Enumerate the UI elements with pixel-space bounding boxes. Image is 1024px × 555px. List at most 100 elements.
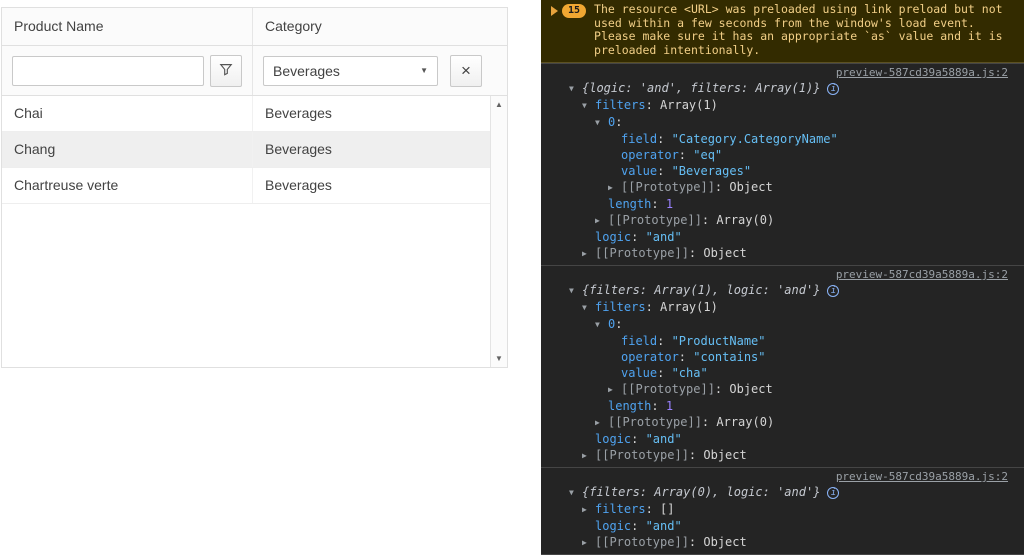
console-tree-row: ▶[[Prototype]]: Object — [541, 245, 1024, 262]
filter-funnel-icon — [219, 62, 233, 79]
collapse-arrow-icon[interactable]: ▼ — [569, 81, 582, 97]
value-text: : — [631, 230, 645, 244]
info-icon[interactable]: i — [827, 83, 839, 95]
console-tree-row: operator: "contains" — [541, 349, 1024, 365]
string-value: "and" — [646, 230, 682, 244]
expand-arrow-icon[interactable]: ▶ — [608, 382, 621, 398]
value-text: : — [651, 399, 665, 413]
product-name-cell: Chang — [2, 132, 252, 167]
expand-arrow-icon[interactable]: ▶ — [582, 535, 595, 551]
category-cell: Beverages — [252, 132, 490, 167]
value-text: : Array(0) — [702, 415, 774, 429]
expand-arrow-icon[interactable]: ▶ — [582, 246, 595, 262]
object-preview: {logic: 'and', filters: Array(1)} — [582, 81, 820, 95]
column-header-category[interactable]: Category — [252, 8, 507, 45]
string-value: "eq" — [693, 148, 722, 162]
value-text: : — [615, 115, 622, 129]
console-warning[interactable]: 15 The resource <URL> was preloaded usin… — [541, 0, 1024, 63]
source-link-row: preview-587cd39a5889a.js:2 — [541, 468, 1024, 484]
console-tree-row: ▶[[Prototype]]: Array(0) — [541, 212, 1024, 229]
property-name: logic — [595, 230, 631, 244]
value-text: : — [615, 317, 622, 331]
value-text: : Array(1) — [646, 300, 718, 314]
string-value: "contains" — [693, 350, 765, 364]
devtools-console: 15 The resource <URL> was preloaded usin… — [541, 0, 1024, 555]
product-name-cell: Chartreuse verte — [2, 168, 252, 203]
warning-expand-icon[interactable] — [551, 6, 558, 16]
value-text: : — [631, 432, 645, 446]
table-row[interactable]: ChangBeverages — [2, 132, 490, 168]
property-name: logic — [595, 519, 631, 533]
collapse-arrow-icon[interactable]: ▼ — [582, 300, 595, 316]
info-icon[interactable]: i — [827, 285, 839, 297]
console-tree-row: ▶[[Prototype]]: Object — [541, 381, 1024, 398]
value-text: : Object — [689, 535, 747, 549]
table-row[interactable]: ChaiBeverages — [2, 96, 490, 132]
source-location-link[interactable]: preview-587cd39a5889a.js:2 — [836, 470, 1008, 483]
grid-header: Product Name Category — [2, 8, 507, 46]
console-tree-row: field: "ProductName" — [541, 333, 1024, 349]
value-text: : Array(0) — [702, 213, 774, 227]
collapse-arrow-icon[interactable]: ▼ — [595, 317, 608, 333]
prototype-label: [[Prototype]] — [595, 246, 689, 260]
console-tree-row: operator: "eq" — [541, 147, 1024, 163]
expand-arrow-icon[interactable]: ▶ — [582, 448, 595, 464]
property-name: field — [621, 334, 657, 348]
scroll-down-icon[interactable]: ▼ — [495, 350, 503, 367]
expand-arrow-icon[interactable]: ▶ — [595, 213, 608, 229]
source-location-link[interactable]: preview-587cd39a5889a.js:2 — [836, 268, 1008, 281]
property-name: field — [621, 132, 657, 146]
prototype-label: [[Prototype]] — [621, 180, 715, 194]
category-filter-dropdown[interactable]: Beverages ▼ — [263, 56, 438, 86]
expand-arrow-icon[interactable]: ▶ — [595, 415, 608, 431]
object-preview: {filters: Array(0), logic: 'and'} — [582, 485, 820, 499]
products-grid: Product Name Category Beverages ▼ — [1, 7, 508, 368]
number-value: 1 — [666, 197, 673, 211]
collapse-arrow-icon[interactable]: ▼ — [569, 283, 582, 299]
console-entries: preview-587cd39a5889a.js:2▼{logic: 'and'… — [541, 63, 1024, 554]
value-text: : Object — [715, 180, 773, 194]
vertical-scrollbar[interactable]: ▲ ▼ — [490, 96, 507, 367]
table-row[interactable]: Chartreuse verteBeverages — [2, 168, 490, 204]
expand-arrow-icon[interactable]: ▶ — [608, 180, 621, 196]
column-header-product-name[interactable]: Product Name — [2, 8, 252, 45]
property-name: operator — [621, 350, 679, 364]
grid-filter-row: Beverages ▼ × — [2, 46, 507, 96]
warning-count-badge: 15 — [562, 4, 586, 18]
value-text: : Array(1) — [646, 98, 718, 112]
chevron-down-icon: ▼ — [420, 66, 428, 75]
property-name: value — [621, 164, 657, 178]
console-tree-row: field: "Category.CategoryName" — [541, 131, 1024, 147]
source-location-link[interactable]: preview-587cd39a5889a.js:2 — [836, 66, 1008, 79]
value-text: : — [651, 197, 665, 211]
product-name-filter-input[interactable] — [12, 56, 204, 86]
value-text: : [] — [646, 502, 675, 516]
string-value: "cha" — [672, 366, 708, 380]
console-tree-row: ▼0: — [541, 316, 1024, 333]
clear-category-filter-button[interactable]: × — [450, 55, 482, 87]
string-value: "Category.CategoryName" — [672, 132, 838, 146]
console-tree-row: ▼filters: Array(1) — [541, 299, 1024, 316]
console-entry: preview-587cd39a5889a.js:2▼{logic: 'and'… — [541, 63, 1024, 265]
string-value: "Beverages" — [672, 164, 751, 178]
expand-arrow-icon[interactable]: ▶ — [582, 502, 595, 518]
console-tree-row: length: 1 — [541, 398, 1024, 414]
collapse-arrow-icon[interactable]: ▼ — [569, 485, 582, 501]
value-text: : — [631, 519, 645, 533]
console-tree-row: value: "cha" — [541, 365, 1024, 381]
collapse-arrow-icon[interactable]: ▼ — [595, 115, 608, 131]
console-entry: preview-587cd39a5889a.js:2▼{filters: Arr… — [541, 265, 1024, 467]
string-value: "and" — [646, 432, 682, 446]
string-value: "and" — [646, 519, 682, 533]
product-filter-button[interactable] — [210, 55, 242, 87]
value-text: : — [657, 164, 671, 178]
console-entry: preview-587cd39a5889a.js:2 ▼{filters: Arr… — [541, 467, 1024, 554]
prototype-label: [[Prototype]] — [595, 535, 689, 549]
collapse-arrow-icon[interactable]: ▼ — [582, 98, 595, 114]
info-icon[interactable]: i — [827, 487, 839, 499]
scroll-up-icon[interactable]: ▲ — [495, 96, 503, 113]
value-text: : — [657, 334, 671, 348]
property-name: operator — [621, 148, 679, 162]
property-name: value — [621, 366, 657, 380]
object-preview: {filters: Array(1), logic: 'and'} — [582, 283, 820, 297]
